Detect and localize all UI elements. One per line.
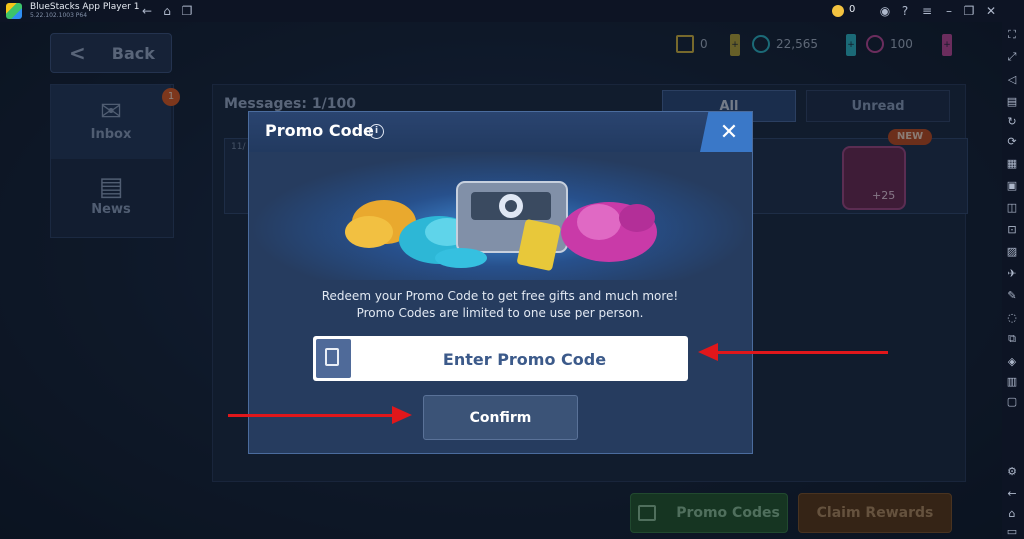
sidebar-home-icon[interactable]: ⌂ xyxy=(1005,506,1019,520)
placeholder-icon[interactable]: ▢ xyxy=(1005,394,1019,408)
app-title: BlueStacks App Player 1 xyxy=(30,2,140,12)
annotation-arrowhead-confirm xyxy=(392,406,412,424)
multi-window-icon[interactable]: ❐ xyxy=(178,2,196,20)
performance-icon[interactable]: ▦ xyxy=(1005,156,1019,170)
annotation-arrow-line-input xyxy=(716,351,888,354)
fullscreen-icon[interactable]: ⛶ xyxy=(1005,28,1019,42)
location-icon[interactable]: ✈ xyxy=(1005,266,1019,280)
account-icon[interactable]: ◉ xyxy=(876,2,894,20)
shake-icon[interactable]: ✎ xyxy=(1005,288,1019,302)
confirm-button[interactable]: Confirm xyxy=(423,395,578,440)
promo-description-line1: Redeem your Promo Code to get free gifts… xyxy=(321,289,679,303)
dialog-close-button[interactable]: ✕ xyxy=(700,112,752,152)
promo-description-line2: Promo Codes are limited to one use per p… xyxy=(356,306,644,320)
help-icon[interactable]: ? xyxy=(896,2,914,20)
layers-icon[interactable]: ◈ xyxy=(1005,354,1019,368)
annotation-arrow-line-confirm xyxy=(228,414,394,417)
script-icon[interactable]: ▥ xyxy=(1005,374,1019,388)
eco-mode-icon[interactable]: ◌ xyxy=(1005,310,1019,324)
settings-icon[interactable]: ⚙ xyxy=(1005,464,1019,478)
close-window-icon[interactable]: ✕ xyxy=(982,2,1000,20)
dialog-title: Promo Code xyxy=(265,121,374,140)
recent-apps-icon[interactable]: ▭ xyxy=(1005,524,1019,538)
rotate-icon[interactable]: ↻ xyxy=(1005,114,1019,128)
volume-icon[interactable]: ◁ xyxy=(1005,72,1019,86)
restore-icon[interactable]: ❐ xyxy=(960,2,978,20)
apk-icon[interactable]: ▣ xyxy=(1005,178,1019,192)
paste-icon xyxy=(325,348,339,366)
app-version: 5.22.102.1003 P64 xyxy=(30,12,88,19)
screenshot-icon[interactable]: ◫ xyxy=(1005,200,1019,214)
bluestacks-logo-icon xyxy=(6,3,22,19)
macro-icon[interactable]: ⊡ xyxy=(1005,222,1019,236)
sidebar-back-icon[interactable]: ← xyxy=(1005,486,1019,500)
close-icon: ✕ xyxy=(719,119,739,145)
info-icon[interactable]: i xyxy=(369,124,384,139)
menu-icon[interactable]: ≡ xyxy=(918,2,936,20)
minimize-icon[interactable]: – xyxy=(940,2,958,20)
rewards-chest-icon xyxy=(345,181,657,271)
coin-count: 0 xyxy=(849,4,856,15)
keyboard-icon[interactable]: ▤ xyxy=(1005,94,1019,108)
annotation-arrowhead-input xyxy=(698,343,718,361)
sync-icon[interactable]: ⟳ xyxy=(1005,134,1019,148)
expand-icon[interactable]: ⤢ xyxy=(1005,50,1019,64)
multi-instance-icon[interactable]: ⧉ xyxy=(1005,332,1019,346)
promo-rewards-illustration xyxy=(249,152,752,280)
promo-code-input[interactable] xyxy=(360,337,689,382)
home-icon[interactable]: ⌂ xyxy=(158,2,176,20)
back-arrow-icon[interactable]: ← xyxy=(138,2,156,20)
media-icon[interactable]: ▨ xyxy=(1005,244,1019,258)
coin-icon xyxy=(832,5,844,17)
